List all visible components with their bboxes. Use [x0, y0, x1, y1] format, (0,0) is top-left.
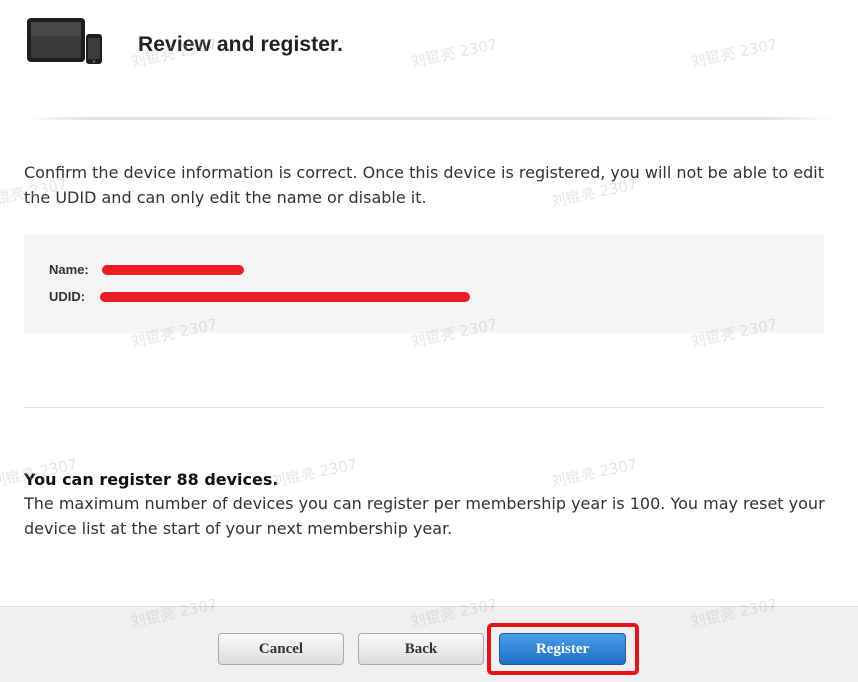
device-limit-text: The maximum number of devices you can re…: [24, 494, 825, 538]
register-device-review-page: Review and register. Confirm the device …: [0, 0, 858, 682]
action-footer: Cancel Back Register: [0, 606, 858, 682]
device-info-panel: Name: UDID:: [24, 235, 824, 333]
section-divider: [24, 407, 824, 408]
device-udid-redacted-value: [100, 292, 470, 302]
back-button[interactable]: Back: [358, 633, 484, 665]
page-title: Review and register.: [138, 33, 344, 56]
device-name-redacted-value: [102, 265, 244, 275]
device-udid-label: UDID:: [49, 289, 86, 304]
device-limit-heading: You can register 88 devices.: [24, 470, 279, 489]
cancel-button[interactable]: Cancel: [218, 633, 344, 665]
watermark: 刘锟亮 2307: [549, 455, 639, 491]
header-divider: [24, 117, 834, 120]
watermark: 刘锟亮 2307: [269, 455, 359, 491]
ipad-iphone-devices-icon: [27, 18, 102, 64]
intro-text: Confirm the device information is correc…: [24, 163, 824, 207]
register-button[interactable]: Register: [499, 633, 626, 665]
page-header: Review and register.: [0, 0, 858, 118]
device-name-label: Name:: [49, 262, 89, 277]
